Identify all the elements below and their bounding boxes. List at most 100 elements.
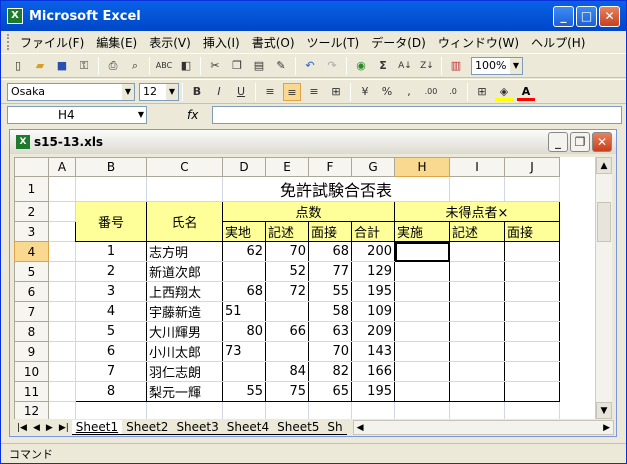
cell-interview[interactable]: 82 <box>308 361 352 382</box>
col-header-d[interactable]: D <box>222 157 266 177</box>
cell-practical[interactable]: 68 <box>222 281 266 302</box>
cell-interview[interactable]: 68 <box>308 241 352 262</box>
maximize-button[interactable]: □ <box>576 6 597 27</box>
menu-format[interactable]: 書式(O) <box>246 34 301 51</box>
scroll-down-icon[interactable]: ▼ <box>596 402 612 419</box>
spelling-icon[interactable]: ABC <box>155 57 173 75</box>
workbook-restore-button[interactable]: ❐ <box>570 132 590 152</box>
cell-interview[interactable]: 58 <box>308 301 352 322</box>
row-header[interactable]: 11 <box>14 381 49 402</box>
row-header[interactable]: 5 <box>14 261 49 282</box>
cell-total[interactable]: 109 <box>351 301 395 322</box>
cell-practical[interactable] <box>222 361 266 382</box>
col-header-i[interactable]: I <box>449 157 505 177</box>
save-icon[interactable]: ■ <box>53 57 71 75</box>
header-interview-cell[interactable]: 面接 <box>308 221 352 242</box>
menu-tools[interactable]: ツール(T) <box>301 34 366 51</box>
format-painter-icon[interactable]: ✎ <box>272 57 290 75</box>
cell-name[interactable]: 宇藤新造 <box>146 301 223 322</box>
vertical-scrollbar[interactable]: ▲ ▼ <box>595 157 612 419</box>
cell-total[interactable]: 200 <box>351 241 395 262</box>
tab-sheet1[interactable]: Sheet1 <box>71 420 123 435</box>
cell-written[interactable]: 72 <box>265 281 309 302</box>
cell-interview[interactable]: 70 <box>308 341 352 362</box>
menu-window[interactable]: ウィンドウ(W) <box>432 34 525 51</box>
row-header[interactable]: 7 <box>14 301 49 322</box>
cell-interview[interactable]: 63 <box>308 321 352 342</box>
cell-interview[interactable]: 65 <box>308 381 352 402</box>
header-score-cell[interactable]: 点数 <box>222 201 395 222</box>
tab-sheet4[interactable]: Sheet4 <box>222 420 274 435</box>
permission-icon[interactable]: ⚿ <box>75 57 93 75</box>
cell-number[interactable]: 7 <box>75 361 147 382</box>
row-header[interactable]: 9 <box>14 341 49 362</box>
menu-insert[interactable]: 挿入(I) <box>197 34 246 51</box>
row-header[interactable]: 12 <box>14 401 49 419</box>
row-header[interactable]: 4 <box>14 241 49 262</box>
spreadsheet-grid[interactable]: A B C D E F G H I J 1 免許試験合否表 2 番号 氏名 点数… <box>14 157 596 419</box>
row-header[interactable]: 8 <box>14 321 49 342</box>
cut-icon[interactable]: ✂ <box>206 57 224 75</box>
autosum-icon[interactable]: Σ <box>374 57 392 75</box>
cell-written[interactable]: 52 <box>265 261 309 282</box>
prev-sheet-icon[interactable]: ◀ <box>30 423 43 433</box>
select-all-corner[interactable] <box>14 157 49 177</box>
cell-number[interactable]: 1 <box>75 241 147 262</box>
menu-file[interactable]: ファイル(F) <box>14 34 90 51</box>
paste-icon[interactable]: ▤ <box>250 57 268 75</box>
cell-written[interactable]: 70 <box>265 241 309 262</box>
cell-number[interactable]: 8 <box>75 381 147 402</box>
cell-name[interactable]: 羽仁志朗 <box>146 361 223 382</box>
align-left-icon[interactable]: ≡ <box>261 83 279 101</box>
row-header[interactable]: 6 <box>14 281 49 302</box>
col-header-b[interactable]: B <box>75 157 147 177</box>
row-header[interactable]: 3 <box>14 221 49 242</box>
copy-icon[interactable]: ❐ <box>228 57 246 75</box>
row-header[interactable]: 10 <box>14 361 49 382</box>
header-interview2-cell[interactable]: 面接 <box>504 221 560 242</box>
scroll-right-icon[interactable]: ▶ <box>603 423 610 433</box>
formula-input[interactable] <box>212 106 622 124</box>
menu-edit[interactable]: 編集(E) <box>90 34 143 51</box>
active-cell-h4[interactable] <box>394 241 450 262</box>
zoom-select[interactable]: 100% ▼ <box>471 56 523 75</box>
undo-icon[interactable]: ↶ <box>301 57 319 75</box>
header-written2-cell[interactable]: 記述 <box>449 221 505 242</box>
cell-written[interactable]: 84 <box>265 361 309 382</box>
redo-icon[interactable]: ↷ <box>323 57 341 75</box>
cell-number[interactable]: 3 <box>75 281 147 302</box>
cell-total[interactable]: 129 <box>351 261 395 282</box>
bold-icon[interactable]: B <box>188 83 206 101</box>
increase-decimal-icon[interactable]: .00 <box>422 83 440 101</box>
header-conducted-cell[interactable]: 実施 <box>394 221 450 242</box>
first-sheet-icon[interactable]: |◀ <box>14 423 30 433</box>
row-header[interactable]: 1 <box>14 176 49 202</box>
cell-name[interactable]: 大川輝男 <box>146 321 223 342</box>
cell-practical[interactable]: 73 <box>222 341 266 362</box>
header-practical-cell[interactable]: 実地 <box>222 221 266 242</box>
menu-view[interactable]: 表示(V) <box>143 34 197 51</box>
cell-written[interactable] <box>265 341 309 362</box>
cell-written[interactable] <box>265 301 309 322</box>
cell-written[interactable]: 75 <box>265 381 309 402</box>
scroll-left-icon[interactable]: ◀ <box>357 423 364 433</box>
cell-number[interactable]: 5 <box>75 321 147 342</box>
decrease-decimal-icon[interactable]: .0 <box>444 83 462 101</box>
open-icon[interactable]: ▰ <box>31 57 49 75</box>
cell-written[interactable]: 66 <box>265 321 309 342</box>
cell-interview[interactable]: 55 <box>308 281 352 302</box>
cell-total[interactable]: 195 <box>351 281 395 302</box>
name-box[interactable]: H4 ▼ <box>7 106 147 124</box>
header-name-cell[interactable]: 氏名 <box>146 201 223 242</box>
sort-ascending-icon[interactable]: A↓ <box>396 57 414 75</box>
header-written-cell[interactable]: 記述 <box>265 221 309 242</box>
italic-icon[interactable]: I <box>210 83 228 101</box>
cell-interview[interactable]: 77 <box>308 261 352 282</box>
cell-number[interactable]: 4 <box>75 301 147 322</box>
cell-name[interactable]: 梨元一輝 <box>146 381 223 402</box>
header-total-cell[interactable]: 合計 <box>351 221 395 242</box>
fill-color-icon[interactable]: ◈ <box>495 83 513 101</box>
tab-sheet6[interactable]: Sh <box>323 420 347 435</box>
col-header-h[interactable]: H <box>394 157 450 177</box>
tab-sheet2[interactable]: Sheet2 <box>122 420 173 435</box>
